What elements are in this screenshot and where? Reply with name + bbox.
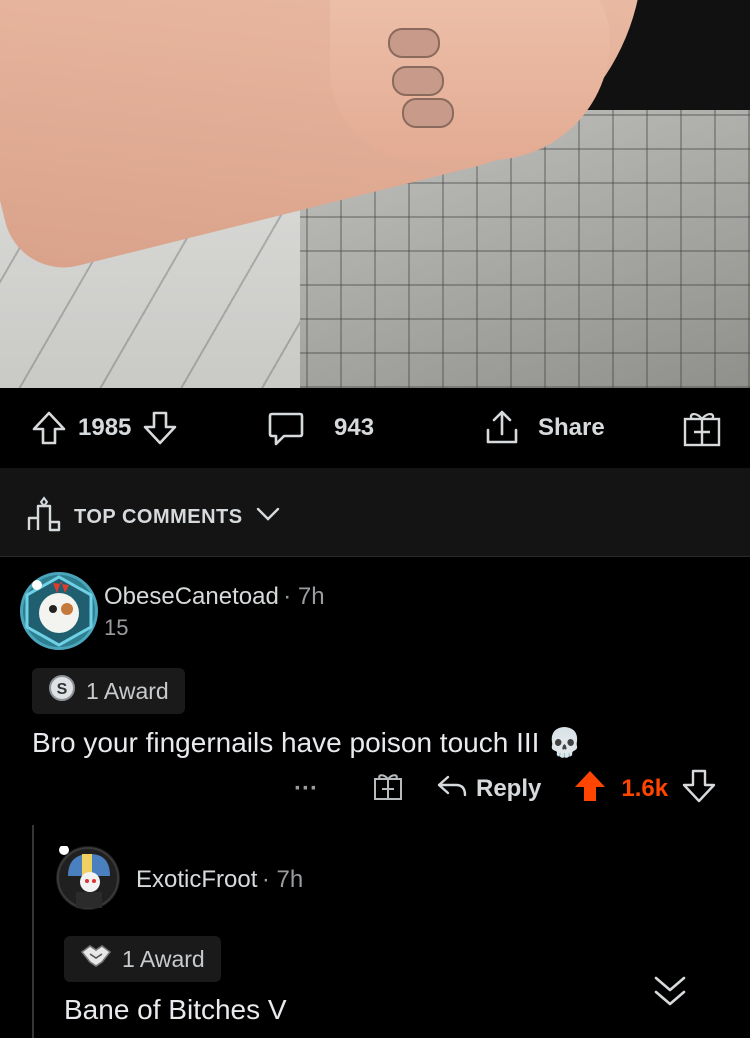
- reply-button[interactable]: Reply: [436, 773, 541, 806]
- gift-icon[interactable]: [372, 770, 404, 809]
- comment-text: Bro your fingernails have poison touch I…: [32, 727, 540, 758]
- avatar[interactable]: [56, 845, 120, 910]
- award-count: 1 Award: [122, 945, 205, 972]
- separator-dot: ·: [283, 583, 298, 610]
- image-fingernail: [388, 28, 440, 58]
- comment-sort-bar[interactable]: TOP COMMENTS: [0, 468, 750, 557]
- comment-author[interactable]: ObeseCanetoad: [104, 583, 279, 610]
- skull-emoji-icon: 💀: [547, 727, 583, 758]
- chevron-down-icon: [255, 505, 281, 529]
- gift-icon: [682, 408, 722, 448]
- award-count: 1 Award: [86, 677, 169, 704]
- sort-podium-icon: [26, 496, 62, 538]
- vote-group: 1985: [30, 388, 179, 468]
- user-flair: 15: [104, 615, 129, 640]
- share-upload-icon: [482, 408, 522, 448]
- avatar[interactable]: [20, 572, 98, 650]
- separator-dot: ·: [261, 866, 277, 893]
- reply-arrow-icon: [436, 773, 468, 806]
- more-options-icon[interactable]: ···: [294, 775, 342, 803]
- comment-body: Bro your fingernails have poison touch I…: [32, 726, 582, 759]
- comment-bubble-icon: [266, 408, 306, 448]
- handshake-award-icon: [80, 942, 112, 976]
- share-button[interactable]: Share: [482, 388, 605, 468]
- downvote-icon[interactable]: [141, 409, 179, 447]
- comments-button[interactable]: 943: [266, 388, 374, 468]
- chicken-avatar-icon: [25, 575, 93, 647]
- comment-text: Bane of Bitches V: [64, 994, 287, 1025]
- svg-text:S: S: [57, 681, 68, 698]
- upvote-icon[interactable]: [30, 409, 68, 447]
- image-fingernail: [402, 98, 454, 128]
- image-fist: [330, 0, 610, 160]
- downvote-icon[interactable]: [682, 769, 716, 810]
- award-badge[interactable]: 1 Award: [64, 936, 221, 982]
- share-label: Share: [538, 414, 605, 441]
- comment-score: 1.6k: [621, 775, 669, 802]
- upvote-count: 1985: [78, 414, 132, 441]
- comment-count: 943: [334, 414, 375, 441]
- helmet-avatar-icon: [57, 845, 119, 909]
- comment-header: ObeseCanetoad · 7h: [104, 583, 325, 611]
- post-action-bar: 1985 943 Share: [0, 388, 750, 468]
- comment-author[interactable]: ExoticFroot: [136, 866, 257, 893]
- comment-age: 7h: [276, 866, 304, 893]
- comment-age: 7h: [297, 583, 325, 610]
- post-image[interactable]: [0, 0, 750, 388]
- comment-header: ExoticFroot · 7h: [136, 866, 303, 894]
- award-badge[interactable]: S 1 Award: [32, 668, 185, 714]
- comment-action-bar: ··· Reply 1.6k: [294, 769, 734, 809]
- collapse-chevron-icon[interactable]: [650, 972, 690, 1015]
- award-button[interactable]: [682, 388, 722, 468]
- thread-line[interactable]: [32, 825, 34, 1038]
- upvote-active-icon[interactable]: [573, 769, 607, 810]
- image-fingernail: [392, 66, 444, 96]
- silver-award-icon: S: [48, 674, 76, 708]
- reply-label: Reply: [476, 775, 542, 802]
- sort-label: TOP COMMENTS: [74, 505, 243, 528]
